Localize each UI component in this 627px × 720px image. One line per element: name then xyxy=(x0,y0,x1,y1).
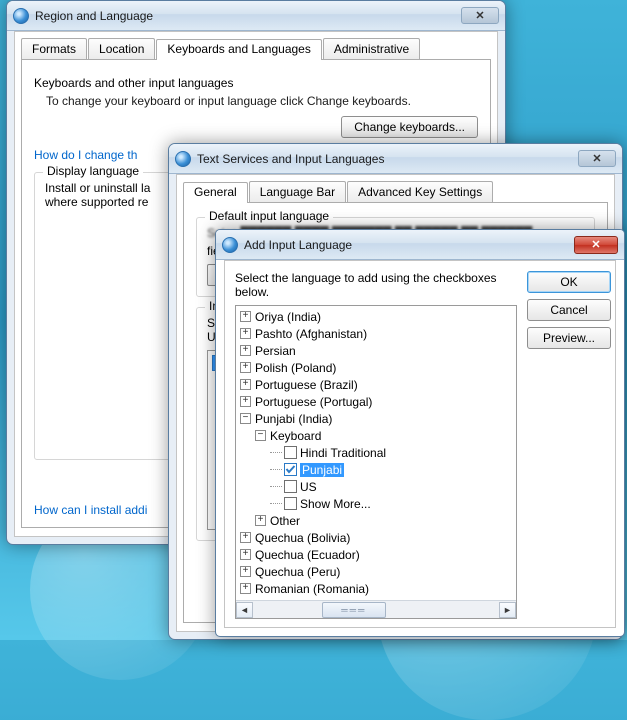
horizontal-scrollbar[interactable]: ◄ ═══ ► xyxy=(236,600,516,618)
globe-icon xyxy=(222,237,238,253)
tree-label: Oriya (India) xyxy=(255,310,321,324)
window-title: Text Services and Input Languages xyxy=(197,152,578,166)
tab-language-bar[interactable]: Language Bar xyxy=(249,181,346,202)
scroll-thumb[interactable]: ═══ xyxy=(322,602,386,618)
help-link-change[interactable]: How do I change th xyxy=(34,148,137,162)
tree-label: Punjabi (India) xyxy=(255,412,332,426)
tab-keyboards-languages[interactable]: Keyboards and Languages xyxy=(156,39,321,60)
scroll-track[interactable]: ═══ xyxy=(253,602,499,618)
client-area: Select the language to add using the che… xyxy=(224,260,616,628)
tree-node-collapsed[interactable]: Persian xyxy=(240,342,516,359)
window-title: Region and Language xyxy=(35,9,461,23)
tree-label: Quechua (Bolivia) xyxy=(255,531,350,545)
tab-advanced-key[interactable]: Advanced Key Settings xyxy=(347,181,493,202)
add-input-language-window: Add Input Language ✕ Select the language… xyxy=(215,229,625,637)
tree-node-collapsed[interactable]: Portuguese (Brazil) xyxy=(240,376,516,393)
tab-formats[interactable]: Formats xyxy=(21,38,87,59)
left-pane: Select the language to add using the che… xyxy=(235,271,517,619)
tree-label: Persian xyxy=(255,344,296,358)
expand-icon[interactable] xyxy=(240,532,251,543)
tree-label: Quechua (Ecuador) xyxy=(255,548,360,562)
expand-icon[interactable] xyxy=(240,311,251,322)
tree-node-collapsed[interactable]: Quechua (Peru) xyxy=(240,563,516,580)
tab-general[interactable]: General xyxy=(183,182,248,203)
group-legend: Default input language xyxy=(205,209,333,223)
tree-label: Quechua (Peru) xyxy=(255,565,340,579)
cancel-button[interactable]: Cancel xyxy=(527,299,611,321)
expand-icon[interactable] xyxy=(240,549,251,560)
section-text: To change your keyboard or input languag… xyxy=(46,94,478,108)
ok-button[interactable]: OK xyxy=(527,271,611,293)
change-keyboards-button[interactable]: Change keyboards... xyxy=(341,116,478,138)
tree-node-collapsed[interactable]: Polish (Poland) xyxy=(240,359,516,376)
tree-label: Keyboard xyxy=(270,429,321,443)
tree-label: Hindi Traditional xyxy=(300,446,386,460)
tree-leaf[interactable]: US xyxy=(240,478,516,495)
right-pane: OK Cancel Preview... xyxy=(527,271,605,619)
expand-icon[interactable] xyxy=(240,566,251,577)
expand-icon[interactable] xyxy=(255,515,266,526)
tree-label: Pashto (Afghanistan) xyxy=(255,327,367,341)
tab-location[interactable]: Location xyxy=(88,38,155,59)
expand-icon[interactable] xyxy=(240,583,251,594)
close-button[interactable]: ✕ xyxy=(578,150,616,167)
language-tree-container: Oriya (India) Pashto (Afghanistan) Persian… xyxy=(235,305,517,619)
language-tree[interactable]: Oriya (India) Pashto (Afghanistan) Persian… xyxy=(236,306,516,600)
tree-node-collapsed[interactable]: Pashto (Afghanistan) xyxy=(240,325,516,342)
tree-leaf[interactable]: Show More... xyxy=(240,495,516,512)
tree-label: Romanian (Romania) xyxy=(255,582,369,596)
globe-icon xyxy=(13,8,29,24)
titlebar[interactable]: Text Services and Input Languages ✕ xyxy=(169,144,622,174)
preview-button[interactable]: Preview... xyxy=(527,327,611,349)
expand-icon[interactable] xyxy=(240,413,251,424)
checkbox[interactable] xyxy=(284,497,297,510)
tree-label: Portuguese (Portugal) xyxy=(255,395,372,409)
scroll-right-button[interactable]: ► xyxy=(499,602,516,618)
scroll-left-button[interactable]: ◄ xyxy=(236,602,253,618)
group-legend: Display language xyxy=(43,164,143,178)
expand-icon[interactable] xyxy=(240,396,251,407)
tree-leaf[interactable]: Hindi Traditional xyxy=(240,444,516,461)
checkbox[interactable] xyxy=(284,463,297,476)
titlebar[interactable]: Region and Language ✕ xyxy=(7,1,505,31)
tabs: Formats Location Keyboards and Languages… xyxy=(21,38,491,60)
section-heading: Keyboards and other input languages xyxy=(34,76,478,90)
expand-icon[interactable] xyxy=(240,379,251,390)
close-button[interactable]: ✕ xyxy=(461,7,499,24)
expand-icon[interactable] xyxy=(240,328,251,339)
close-button[interactable]: ✕ xyxy=(574,236,618,254)
tree-label: Polish (Poland) xyxy=(255,361,336,375)
tree-node-collapsed[interactable]: Quechua (Ecuador) xyxy=(240,546,516,563)
expand-icon[interactable] xyxy=(240,345,251,356)
expand-icon[interactable] xyxy=(255,430,266,441)
tree-label: Other xyxy=(270,514,300,528)
titlebar[interactable]: Add Input Language ✕ xyxy=(216,230,624,260)
tree-label: Portuguese (Brazil) xyxy=(255,378,358,392)
expand-icon[interactable] xyxy=(240,362,251,373)
tree-label: Punjabi xyxy=(300,463,344,477)
checkbox[interactable] xyxy=(284,480,297,493)
tree-label: US xyxy=(300,480,317,494)
tree-node-keyboard[interactable]: Keyboard xyxy=(240,427,516,444)
tree-label: Show More... xyxy=(300,497,371,511)
tree-node-collapsed[interactable]: Oriya (India) xyxy=(240,308,516,325)
tree-node-collapsed[interactable]: Romanian (Romania) xyxy=(240,580,516,597)
window-title: Add Input Language xyxy=(244,238,574,252)
tree-node-collapsed[interactable]: Quechua (Bolivia) xyxy=(240,529,516,546)
tree-leaf[interactable]: Punjabi xyxy=(240,461,516,478)
checkbox[interactable] xyxy=(284,446,297,459)
tree-node-collapsed[interactable]: Other xyxy=(240,512,516,529)
tree-node-collapsed[interactable]: Portuguese (Portugal) xyxy=(240,393,516,410)
globe-icon xyxy=(175,151,191,167)
help-link-install[interactable]: How can I install addi xyxy=(34,503,147,517)
instruction-text: Select the language to add using the che… xyxy=(235,271,517,299)
tab-administrative[interactable]: Administrative xyxy=(323,38,420,59)
tabs: General Language Bar Advanced Key Settin… xyxy=(183,181,608,203)
tree-node-expanded[interactable]: Punjabi (India) xyxy=(240,410,516,427)
